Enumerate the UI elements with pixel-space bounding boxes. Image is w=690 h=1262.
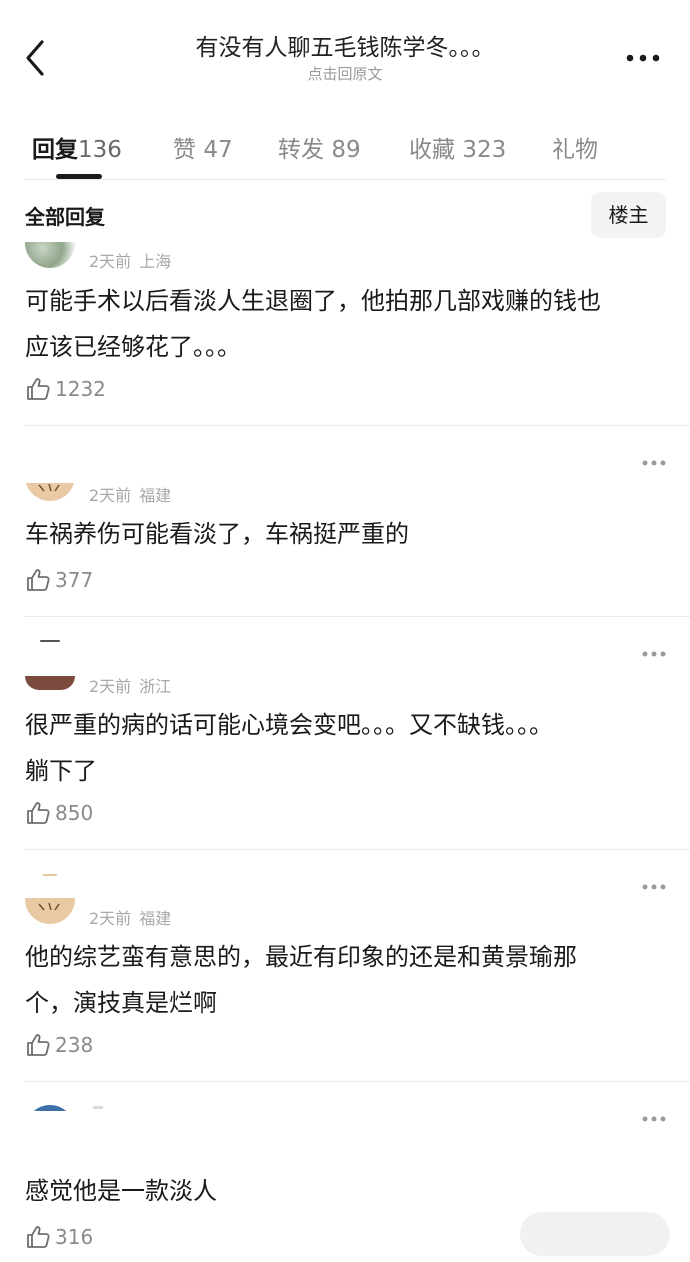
back-to-original-link[interactable]: 点击回原文 [100,64,590,84]
tab-label: 赞 [173,137,196,163]
comment-line: 很严重的病的话可能心境会变吧。。。又不缺钱。。。 [25,711,553,739]
comment-meta: 2天前 上海 [89,248,171,272]
comment-line: 躺下了 [25,757,97,785]
tab-reposts[interactable]: 转发 89 [278,130,361,164]
like-count: 377 [55,568,94,592]
tab-count: 47 [203,137,233,163]
comment-meta: 2天前 福建 [89,905,171,929]
comment-divider [24,616,690,617]
tab-gifts[interactable]: 礼物 [552,130,598,164]
comment-line: 个，演技真是烂啊 [25,989,217,1017]
truncated-username [93,1106,103,1109]
avatar[interactable] [25,640,75,692]
tab-count: 323 [462,137,507,163]
tab-label: 回复 [32,137,78,163]
back-chevron-left-icon[interactable] [18,36,58,80]
tab-label: 礼物 [552,137,598,163]
like-count: 238 [55,1033,94,1057]
comment-divider [24,849,690,850]
comment-time: 2天前 [89,486,132,505]
thumbs-up-icon [27,1034,50,1056]
comment-text: 很严重的病的话可能心境会变吧。。。又不缺钱。。。 躺下了 [25,702,665,794]
comment-line: 车祸养伤可能看淡了，车祸挺严重的 [25,520,409,548]
comment-text: 感觉他是一款淡人 [25,1168,665,1214]
avatar[interactable] [25,874,75,926]
tabs-divider [24,179,666,180]
tab-label: 转发 [278,137,324,163]
comment-meta: 2天前 福建 [89,482,171,506]
comment-line: 应该已经够花了。。。 [25,333,241,361]
comment-location: 福建 [139,486,172,505]
comment-text: 他的综艺蛮有意思的，最近有印象的还是和黄景瑜那 个，演技真是烂啊 [25,934,665,1026]
more-ellipsis-icon[interactable] [624,48,664,68]
comment-divider [24,425,690,426]
comment-line: 感觉他是一款淡人 [25,1177,217,1205]
comment-meta: 2天前 浙江 [89,673,171,697]
like-count: 1232 [55,377,106,401]
owner-only-button[interactable]: 楼主 [591,192,666,238]
thumbs-up-icon [27,1226,50,1248]
tab-label: 收藏 [409,137,455,163]
comment-text: 可能手术以后看淡人生退圈了，他拍那几部戏赚的钱也 应该已经够花了。。。 [25,278,665,370]
like-count: 316 [55,1225,94,1249]
like-count: 850 [55,801,94,825]
comment-time: 2天前 [89,677,132,696]
tab-replies[interactable]: 回复136 [32,130,122,164]
thumbs-up-icon [27,378,50,400]
thumbs-up-icon [27,569,50,591]
comment-location: 上海 [139,252,172,271]
comment-more-ellipsis-icon[interactable] [641,1114,667,1124]
tab-bar: 回复136 赞 47 转发 89 收藏 323 礼物 [0,120,690,180]
comment-line: 他的综艺蛮有意思的，最近有印象的还是和黄景瑜那 [25,943,577,971]
comment-more-ellipsis-icon[interactable] [641,649,667,659]
title-block[interactable]: 有没有人聊五毛钱陈学冬。。。 点击回原文 [100,32,590,84]
avatar[interactable] [25,483,75,501]
thumbs-up-icon [27,802,50,824]
tab-favorites[interactable]: 收藏 323 [409,130,506,164]
comment-location: 福建 [139,909,172,928]
comment-time: 2天前 [89,252,132,271]
top-bar: 有没有人聊五毛钱陈学冬。。。 点击回原文 [0,0,690,110]
comment-location: 浙江 [139,677,172,696]
section-title: 全部回复 [25,205,105,229]
comment-more-ellipsis-icon[interactable] [641,882,667,892]
watermark-overlay [520,1212,670,1256]
avatar[interactable] [25,1105,75,1111]
comment-text: 车祸养伤可能看淡了，车祸挺严重的 [25,511,665,557]
comment-divider [24,1081,690,1082]
avatar[interactable] [25,242,75,268]
comment-line: 可能手术以后看淡人生退圈了，他拍那几部戏赚的钱也 [25,287,601,315]
page-title: 有没有人聊五毛钱陈学冬。。。 [195,35,495,61]
comment-more-ellipsis-icon[interactable] [641,458,667,468]
tab-count: 136 [78,137,122,163]
tab-likes[interactable]: 赞 47 [173,130,233,164]
tab-count: 89 [331,137,361,163]
comment-time: 2天前 [89,909,132,928]
